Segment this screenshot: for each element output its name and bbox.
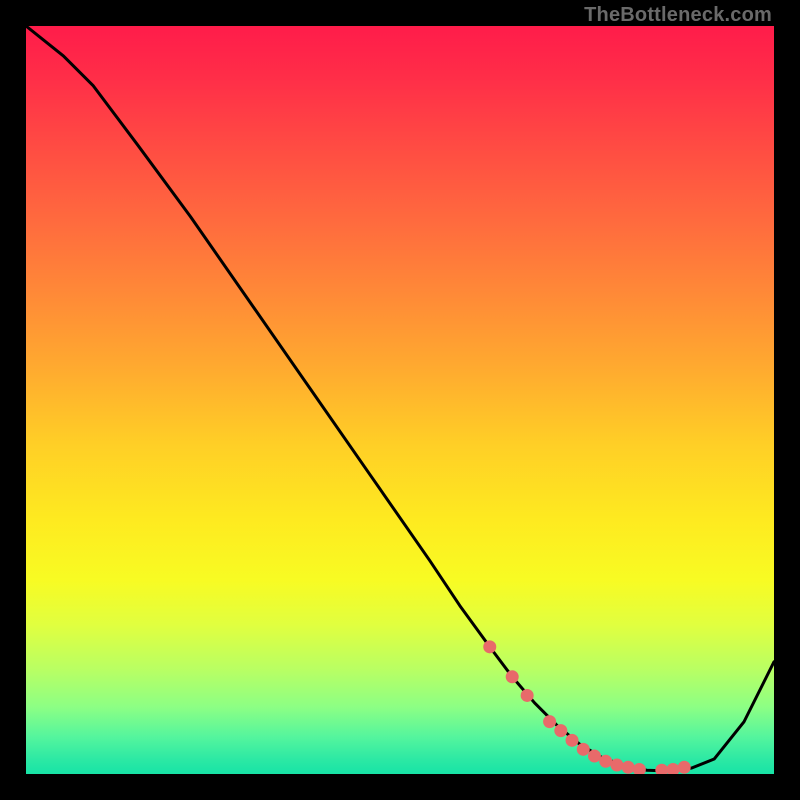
curve-dot [566,734,578,746]
curve-dot [622,761,634,773]
curve-dot [484,641,496,653]
curve-dot [544,716,556,728]
curve-dot [555,725,567,737]
curve-dot [656,764,668,774]
curve-dot [588,750,600,762]
curve-dot [521,689,533,701]
curve-dot [600,755,612,767]
curve-dot [633,764,645,774]
curve-dot [506,671,518,683]
chart-frame: TheBottleneck.com [0,0,800,800]
curve-dot [667,764,679,774]
bottleneck-curve [26,26,774,771]
watermark-text: TheBottleneck.com [584,4,772,27]
curve-dots-group [484,641,690,774]
curve-svg [26,26,774,774]
curve-dot [678,761,690,773]
curve-dot [611,759,623,771]
plot-area [26,26,774,774]
curve-dot [577,743,589,755]
